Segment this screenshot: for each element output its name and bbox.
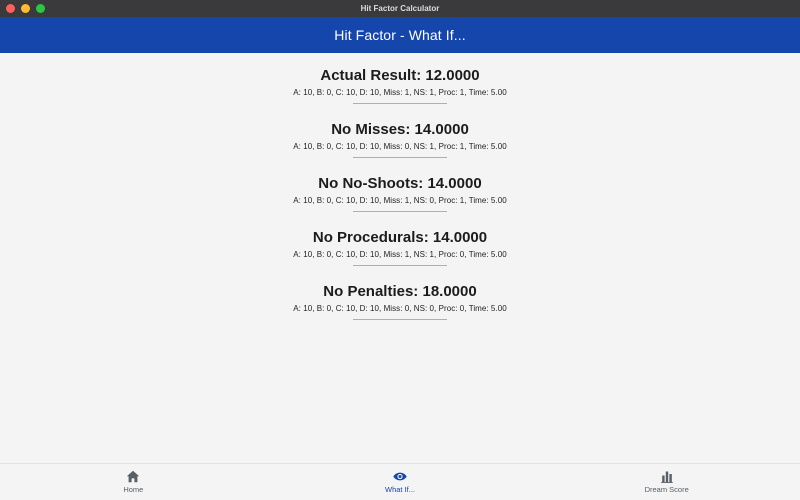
- bar-chart-icon: [660, 471, 673, 483]
- divider: [352, 319, 447, 320]
- app-bar: Hit Factor - What If...: [0, 17, 800, 53]
- window-titlebar[interactable]: Hit Factor Calculator: [0, 0, 800, 17]
- minimize-window-button[interactable]: [21, 4, 30, 13]
- window-title: Hit Factor Calculator: [360, 4, 440, 13]
- result-detail: A: 10, B: 0, C: 10, D: 10, Miss: 1, NS: …: [293, 196, 507, 205]
- divider: [352, 157, 447, 158]
- nav-item-home[interactable]: Home: [0, 464, 267, 500]
- zoom-window-button[interactable]: [36, 4, 45, 13]
- result-no-misses: No Misses: 14.0000 A: 10, B: 0, C: 10, D…: [293, 120, 507, 174]
- close-window-button[interactable]: [6, 4, 15, 13]
- result-heading: No Procedurals: 14.0000: [312, 229, 488, 246]
- nav-item-what-if[interactable]: What If...: [267, 464, 534, 500]
- page-title: Hit Factor - What If...: [334, 27, 466, 43]
- app-window: Hit Factor Calculator Hit Factor - What …: [0, 0, 800, 500]
- result-detail: A: 10, B: 0, C: 10, D: 10, Miss: 1, NS: …: [293, 88, 507, 97]
- eye-icon: [393, 472, 407, 481]
- nav-label-what-if: What If...: [385, 485, 416, 494]
- result-heading: No Misses: 14.0000: [331, 121, 469, 138]
- result-detail: A: 10, B: 0, C: 10, D: 10, Miss: 0, NS: …: [293, 304, 507, 313]
- window-controls: [6, 4, 45, 13]
- nav-label-home: Home: [123, 485, 144, 494]
- divider: [352, 265, 447, 266]
- divider: [352, 211, 447, 212]
- home-icon: [127, 470, 140, 483]
- nav-item-dream-score[interactable]: Dream Score: [533, 464, 800, 500]
- result-heading: Actual Result: 12.0000: [320, 67, 480, 84]
- result-detail: A: 10, B: 0, C: 10, D: 10, Miss: 1, NS: …: [293, 250, 507, 259]
- result-actual: Actual Result: 12.0000 A: 10, B: 0, C: 1…: [293, 66, 507, 120]
- result-heading: No No-Shoots: 14.0000: [318, 175, 482, 192]
- results-list: Actual Result: 12.0000 A: 10, B: 0, C: 1…: [0, 53, 800, 463]
- nav-label-dream-score: Dream Score: [644, 485, 689, 494]
- divider: [352, 103, 447, 104]
- result-no-procedurals: No Procedurals: 14.0000 A: 10, B: 0, C: …: [293, 228, 507, 282]
- result-detail: A: 10, B: 0, C: 10, D: 10, Miss: 0, NS: …: [293, 142, 507, 151]
- result-no-penalties: No Penalties: 18.0000 A: 10, B: 0, C: 10…: [293, 282, 507, 336]
- result-heading: No Penalties: 18.0000: [323, 283, 477, 300]
- bottom-navigation: Home What If... Dream Score: [0, 463, 800, 500]
- result-no-no-shoots: No No-Shoots: 14.0000 A: 10, B: 0, C: 10…: [293, 174, 507, 228]
